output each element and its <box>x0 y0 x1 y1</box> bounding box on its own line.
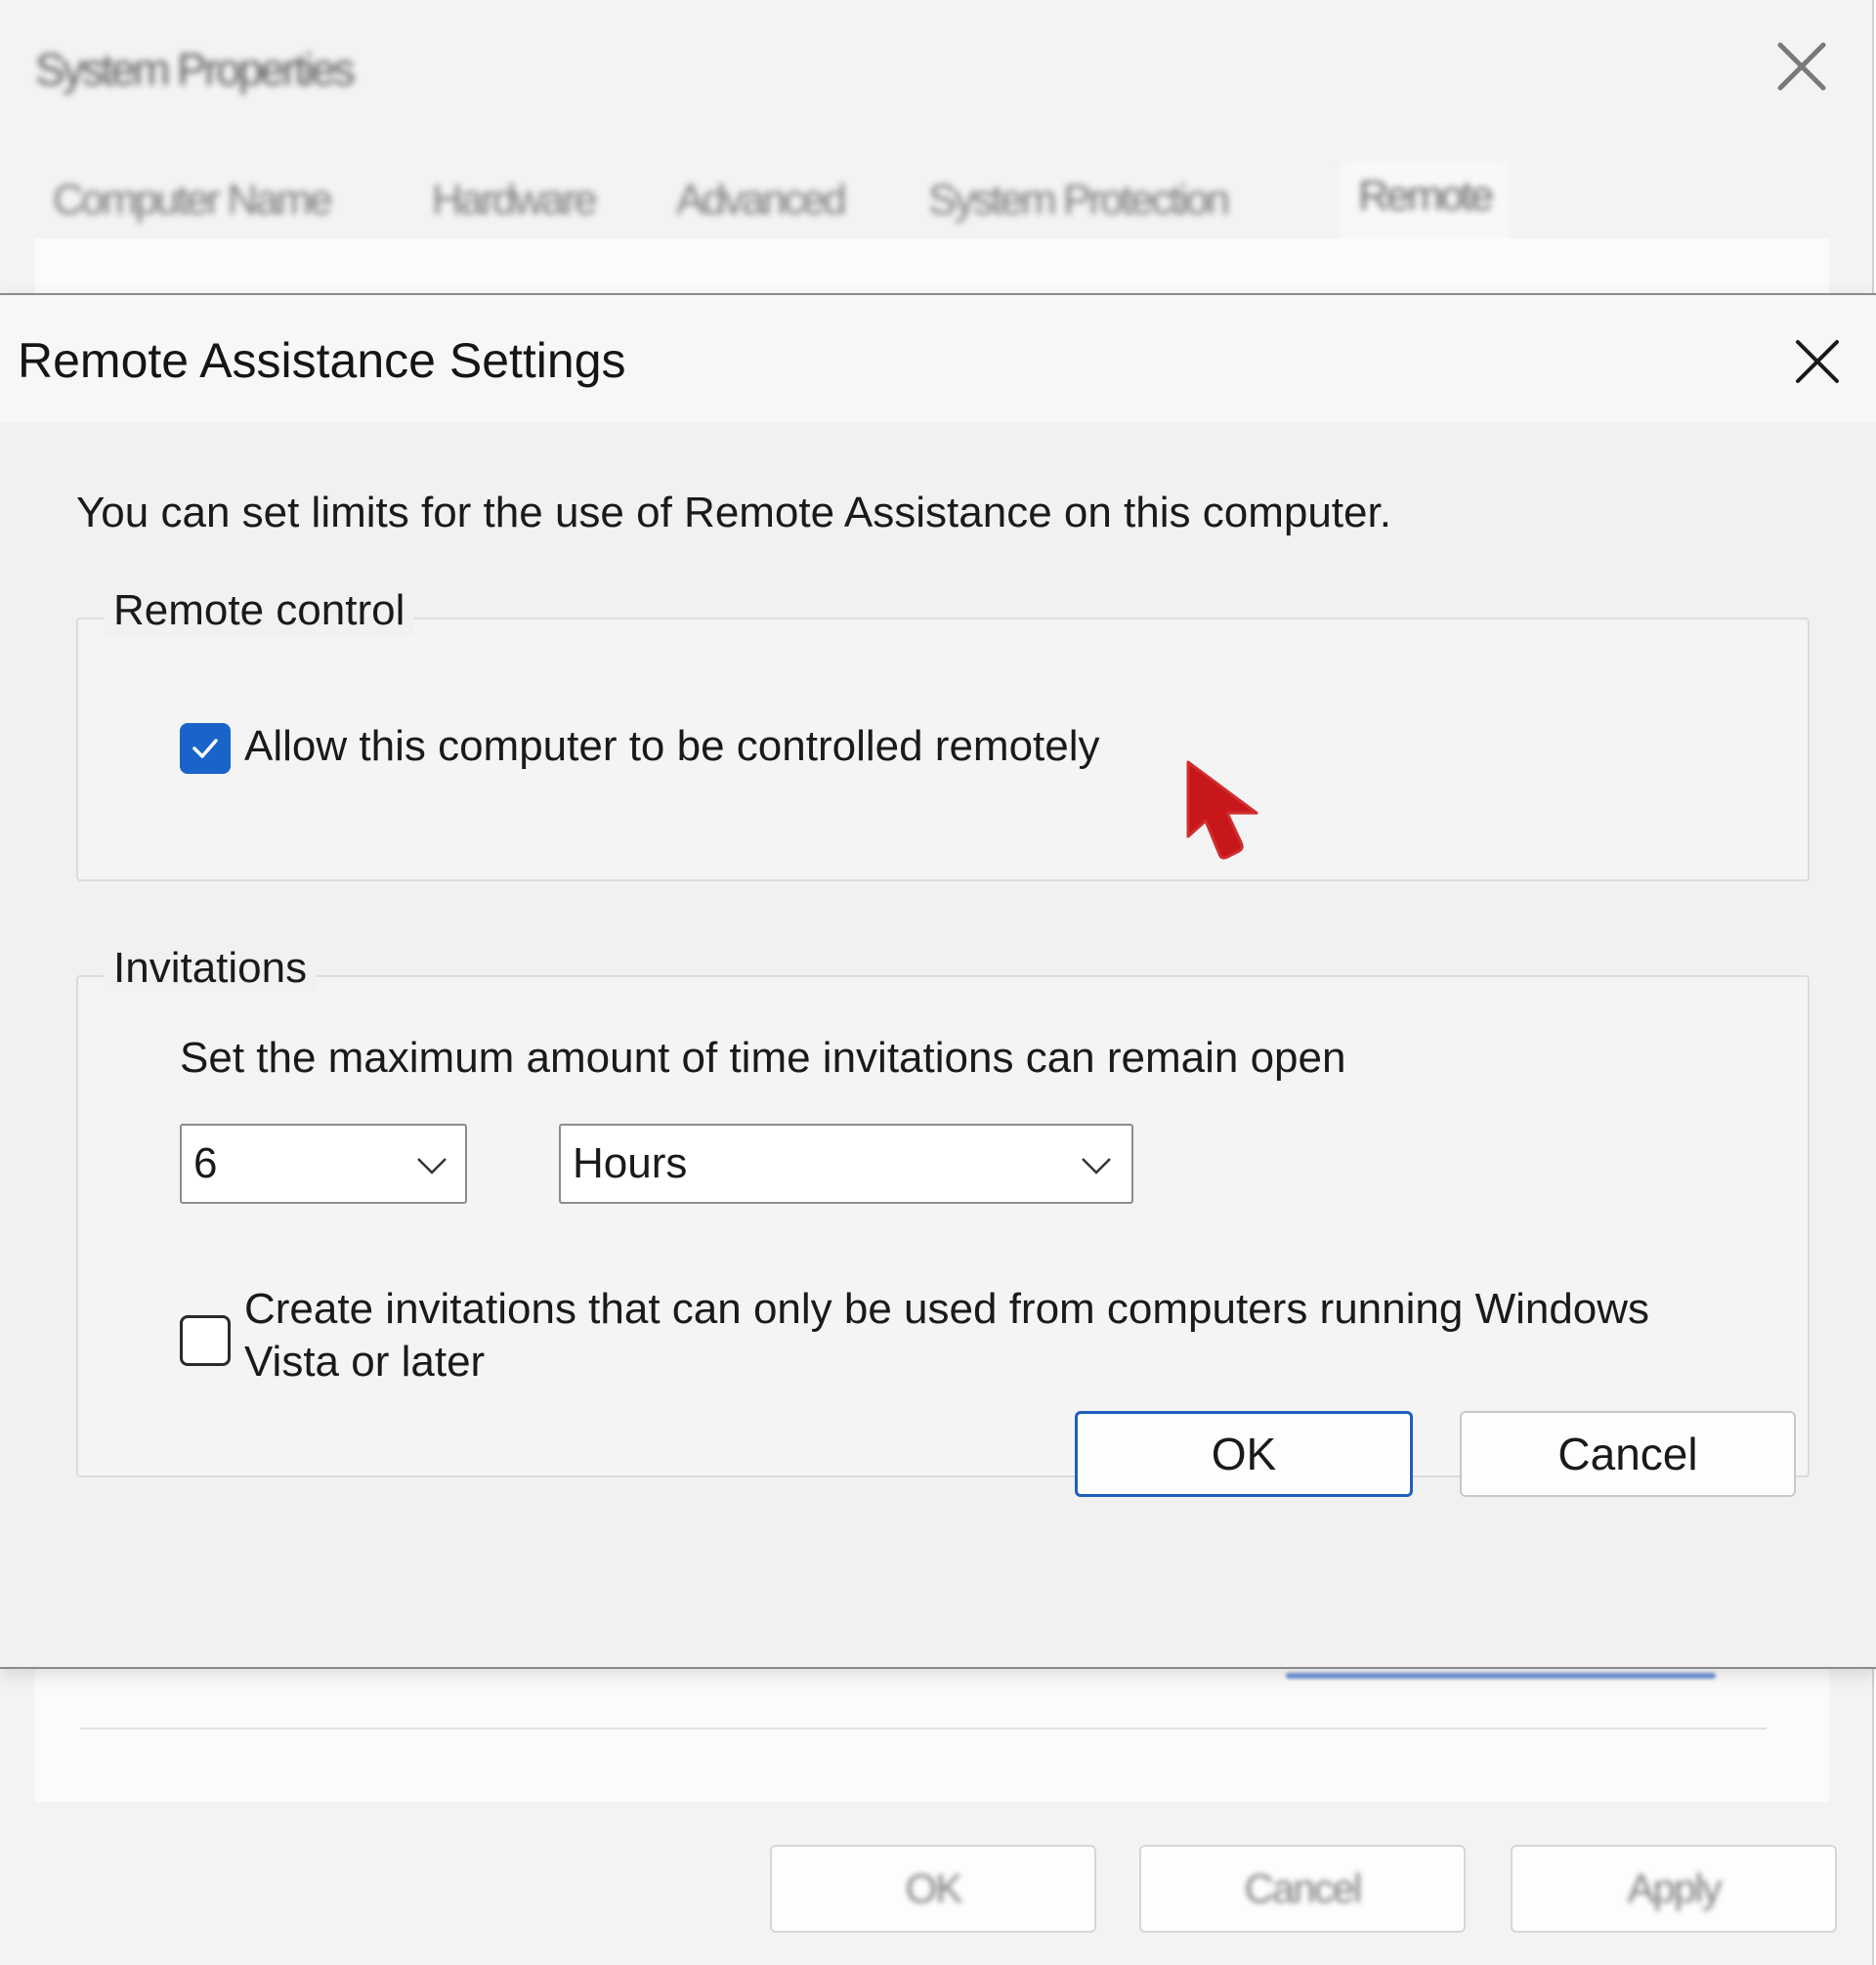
dialog-titlebar: Remote Assistance Settings <box>0 295 1876 422</box>
close-icon[interactable] <box>1772 37 1831 96</box>
dialog-body: You can set limits for the use of Remote… <box>0 422 1876 1665</box>
parent-cancel-button[interactable]: Cancel <box>1139 1845 1466 1933</box>
remote-control-group: Remote control Allow this computer to be… <box>76 586 1810 881</box>
tab-strip: Computer Name Hardware Advanced System P… <box>35 162 1833 250</box>
tab-computer-name[interactable]: Computer Name <box>53 176 333 225</box>
tab-remote[interactable]: Remote <box>1341 162 1510 250</box>
checkmark-icon <box>192 739 218 758</box>
ok-button[interactable]: OK <box>1075 1411 1413 1497</box>
focused-control-edge <box>1286 1673 1716 1679</box>
dialog-title: Remote Assistance Settings <box>18 333 626 388</box>
chevron-down-icon <box>1082 1158 1111 1175</box>
divider <box>80 1728 1767 1730</box>
allow-remote-control-checkbox[interactable] <box>180 723 231 774</box>
cancel-button[interactable]: Cancel <box>1460 1411 1796 1497</box>
parent-cancel-label: Cancel <box>1244 1865 1363 1911</box>
group-legend-invitations: Invitations <box>104 944 318 993</box>
allow-remote-control-label[interactable]: Allow this computer to be controlled rem… <box>244 719 1100 774</box>
parent-ok-button[interactable]: OK <box>770 1845 1096 1933</box>
chevron-down-icon <box>417 1158 447 1175</box>
mouse-pointer-icon <box>1186 760 1258 860</box>
invitations-group: Invitations Set the maximum amount of ti… <box>76 944 1810 1477</box>
tab-advanced[interactable]: Advanced <box>676 176 847 225</box>
duration-unit: Hours <box>573 1139 688 1187</box>
vista-only-checkbox[interactable] <box>180 1315 231 1366</box>
invitation-time-description: Set the maximum amount of time invitatio… <box>180 1034 1346 1082</box>
duration-unit-select[interactable]: Hours <box>559 1124 1133 1204</box>
parent-apply-button[interactable]: Apply <box>1511 1845 1837 1933</box>
duration-value-select[interactable]: 6 <box>180 1124 467 1204</box>
duration-value: 6 <box>193 1139 218 1187</box>
vista-only-label-line1[interactable]: Create invitations that can only be used… <box>244 1282 1649 1337</box>
vista-only-label-line2[interactable]: Vista or later <box>244 1335 485 1389</box>
close-icon[interactable] <box>1788 332 1847 391</box>
window-title: System Properties <box>35 44 356 95</box>
tab-system-protection[interactable]: System Protection <box>928 176 1230 225</box>
parent-ok-label: OK <box>905 1865 963 1911</box>
intro-text: You can set limits for the use of Remote… <box>76 489 1391 536</box>
remote-assistance-dialog: Remote Assistance Settings You can set l… <box>0 293 1876 1669</box>
parent-apply-label: Apply <box>1627 1865 1722 1911</box>
group-legend-remote-control: Remote control <box>104 586 415 635</box>
tab-hardware[interactable]: Hardware <box>432 176 598 225</box>
